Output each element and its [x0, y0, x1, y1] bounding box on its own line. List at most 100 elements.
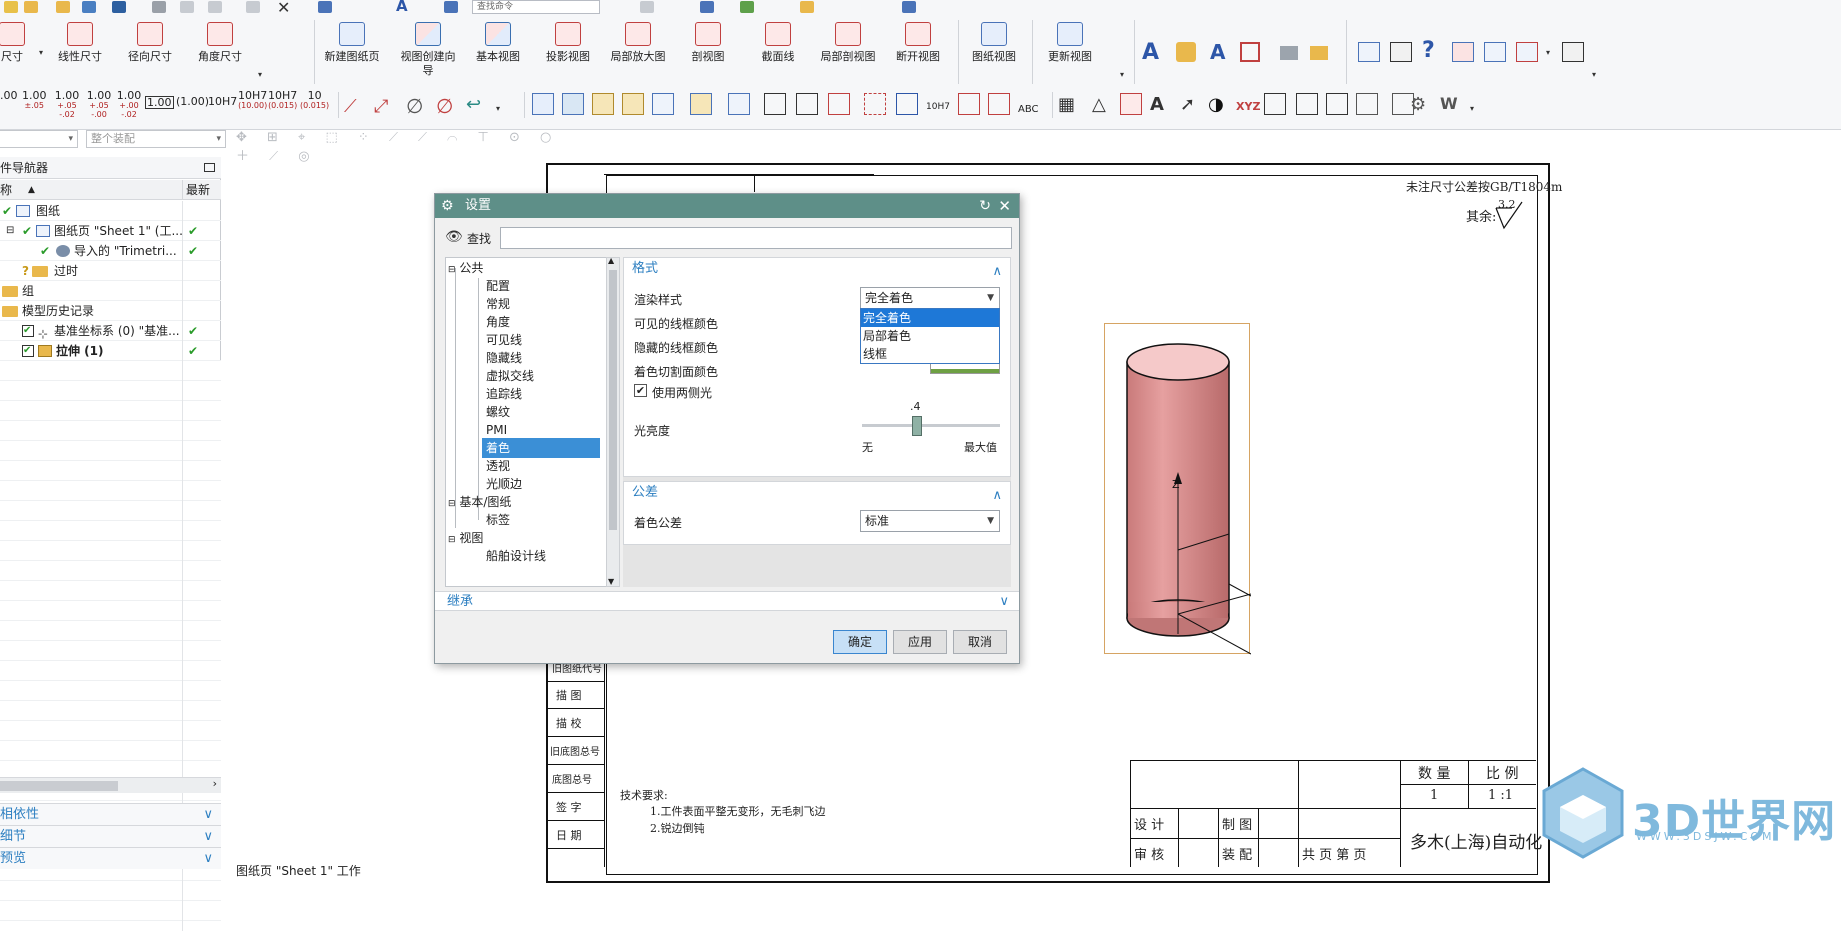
view-creation-wizard-button[interactable]: 视图创建向导	[396, 20, 460, 86]
view-icon[interactable]	[700, 1, 714, 13]
radial-dimension-button[interactable]: 径向尺寸	[118, 20, 182, 86]
brightness-slider-track[interactable]	[862, 424, 1000, 427]
analysis-icon[interactable]	[902, 1, 916, 13]
tree-scrollbar[interactable]: ▲ ▼	[606, 256, 620, 587]
dimension-set-icon[interactable]	[896, 93, 918, 115]
tolerance-item-reference[interactable]: (1.00)	[176, 96, 209, 107]
snap-toolbar[interactable]: ✥ ⊞ ⌖ ⬚ ⁘ ⟋ ⟋ ⌒ ⊤ ⊙ ○ ＋ ⟋ ◎	[236, 130, 576, 164]
tolerance-item[interactable]: 1.00 +.00 -.02	[116, 90, 142, 119]
tabular-note-icon[interactable]	[1516, 42, 1538, 62]
auto-balloon-icon[interactable]	[1452, 42, 1474, 62]
open-folder-icon[interactable]	[24, 1, 38, 13]
brightness-slider-thumb[interactable]	[912, 416, 923, 436]
tree-node-common[interactable]: ⊟ 公共	[448, 258, 483, 278]
tree-node-angle[interactable]: 角度	[486, 312, 510, 332]
hole-table-icon[interactable]	[1484, 42, 1506, 62]
arrow-icon[interactable]: ➚	[1180, 94, 1195, 115]
revision-table-icon[interactable]	[1120, 93, 1142, 115]
cancel-button[interactable]: 取消	[953, 630, 1007, 654]
view-style-icon[interactable]	[622, 93, 644, 115]
apply-button[interactable]: 应用	[893, 630, 947, 654]
text-abc-label[interactable]: ABC	[1018, 104, 1039, 115]
broken-view-button[interactable]: 断开视图	[886, 20, 950, 86]
update-views-button[interactable]: 更新视图	[1038, 20, 1102, 86]
tree-node-ship-lines[interactable]: 船舶设计线	[486, 546, 546, 566]
edit-text-icon[interactable]	[1356, 93, 1378, 115]
new-file-icon[interactable]	[4, 1, 18, 13]
layers-icon[interactable]	[562, 93, 584, 115]
box-icon[interactable]	[1264, 93, 1286, 115]
wave-pattern-icon[interactable]: W	[1440, 94, 1458, 113]
dialog-titlebar[interactable]: ⚙ 设置 ↻ ✕	[435, 194, 1019, 218]
maximize-icon[interactable]	[204, 163, 215, 172]
option-full-shade[interactable]: 完全着色	[861, 309, 999, 327]
leader-text-icon[interactable]: A	[1150, 94, 1164, 115]
option-wireframe[interactable]: 线框	[861, 345, 999, 363]
text-style-icon[interactable]: A	[396, 0, 408, 15]
copy-icon[interactable]	[208, 1, 222, 13]
chevron-down-icon[interactable]: ▾	[496, 104, 500, 113]
scroll-right-icon[interactable]: ›	[213, 777, 217, 790]
tree-node-virtual-intersection[interactable]: 虚拟交线	[486, 366, 534, 386]
close-icon[interactable]: ✕	[998, 194, 1011, 218]
format-section-header[interactable]: 格式 ∧	[624, 258, 1010, 280]
panel-preview[interactable]: 预览 ∨	[0, 847, 221, 869]
view-label-icon[interactable]	[796, 93, 818, 115]
chevron-up-icon[interactable]: ∧	[992, 261, 1002, 283]
render-style-select[interactable]: 完全着色 ▼	[860, 287, 1000, 309]
layer-icon[interactable]	[640, 1, 654, 13]
tree-node-perspective[interactable]: 透视	[486, 456, 510, 476]
save-as-icon[interactable]	[112, 1, 126, 13]
chain-dim-icon[interactable]	[988, 93, 1010, 115]
rapid-dimension-button[interactable]: 尺寸	[0, 20, 44, 86]
tolerance-item[interactable]: .00	[0, 90, 18, 101]
two-side-light-checkbox[interactable]: ✔	[634, 384, 647, 397]
sort-ascending-icon[interactable]: ▲	[28, 180, 35, 200]
stack-icon[interactable]	[1296, 93, 1318, 115]
chevron-down-icon[interactable]: ∨	[999, 592, 1009, 612]
angular-dimension-button[interactable]: 角度尺寸	[188, 20, 252, 86]
triangle-icon[interactable]: △	[1092, 94, 1106, 115]
symbol-icon[interactable]	[1280, 46, 1298, 60]
note-icon[interactable]: A	[1142, 40, 1159, 65]
new-sheet-button[interactable]: 新建图纸页	[320, 20, 384, 86]
horizontal-scrollbar[interactable]: ›	[0, 777, 221, 793]
diameter-icon-2[interactable]: ∅	[436, 94, 453, 118]
paragraph-icon[interactable]	[1326, 93, 1348, 115]
undo-icon[interactable]	[318, 1, 332, 13]
xyz-coordinate-label[interactable]: XYZ	[1236, 100, 1260, 113]
panel-details[interactable]: 细节 ∨	[0, 825, 221, 847]
tree-node-config[interactable]: 配置	[486, 276, 510, 296]
chevron-down-icon[interactable]: ▾	[1470, 104, 1474, 113]
ordinate-icon[interactable]	[958, 93, 980, 115]
hierarchy-icon[interactable]	[652, 93, 674, 115]
ok-button[interactable]: 确定	[833, 630, 887, 654]
command-search-field[interactable]: 查找命令	[472, 0, 600, 14]
display-icon[interactable]	[740, 1, 754, 13]
centerline-icon[interactable]	[864, 93, 886, 115]
tree-node-general[interactable]: 常规	[486, 294, 510, 314]
scroll-down-icon[interactable]: ▼	[608, 577, 614, 586]
table-icon[interactable]	[1358, 42, 1380, 62]
nav-row-extrude[interactable]: ✔ 拉伸 (1) ✔	[0, 341, 221, 361]
reset-icon[interactable]: ↻	[979, 194, 991, 218]
projected-view-button[interactable]: 投影视图	[536, 20, 600, 86]
chevron-down-icon[interactable]: ▾	[39, 48, 43, 57]
tree-node-pmi[interactable]: PMI	[486, 420, 507, 440]
collapse-toggle[interactable]: ⊟	[6, 221, 14, 241]
detail-view-button[interactable]: 局部放大图	[606, 20, 670, 86]
tree-node-shading[interactable]: 着色	[482, 438, 600, 458]
nav-row-model-history[interactable]: 模型历史记录	[0, 301, 221, 321]
nav-row-sheet[interactable]: ⊟ ✔ 图纸页 "Sheet 1" (工... ✔	[0, 221, 221, 241]
tree-node-visible-lines[interactable]: 可见线	[486, 330, 522, 350]
base-view-button[interactable]: 基本视图	[466, 20, 530, 86]
print-icon[interactable]	[152, 1, 166, 13]
tolerance-item[interactable]: 1.00 ±.05	[22, 90, 47, 110]
tolerance-item-fit[interactable]: 10 (0.015)	[300, 90, 329, 110]
table-grid-icon[interactable]: ▦	[1058, 94, 1075, 115]
tree-node-hidden-lines[interactable]: 隐藏线	[486, 348, 522, 368]
checkbox-checked[interactable]: ✔	[22, 345, 34, 357]
linear-dimension-button[interactable]: 线性尺寸	[48, 20, 112, 86]
scope-filter-select[interactable]: 整个装配 ▾	[86, 130, 226, 148]
tolerance-item-fit[interactable]: 10H7 (10.00)	[238, 90, 267, 110]
